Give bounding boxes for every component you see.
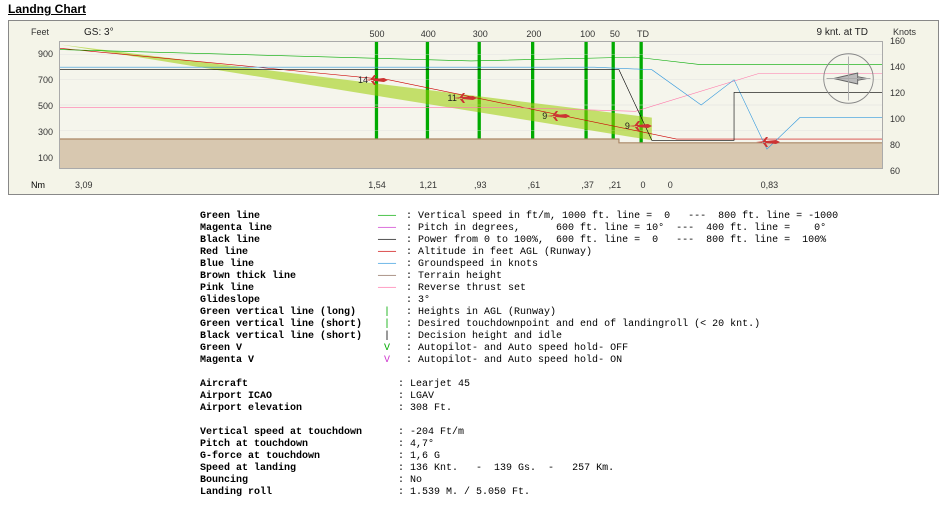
legend-row: Red line ———: Altitude in feet AGL (Runw… bbox=[200, 247, 947, 259]
aircraft-icon bbox=[754, 135, 784, 149]
legend-row: Black line ———: Power from 0 to 100%, 60… bbox=[200, 235, 947, 247]
aircraft-icon bbox=[451, 91, 481, 105]
legend-row: Green vertical line (short) |: Desired t… bbox=[200, 319, 947, 331]
legend-row: Black vertical line (short) |: Decision … bbox=[200, 331, 947, 343]
legend-info-row: Aircraft : Learjet 45 bbox=[200, 379, 947, 391]
legend-row: Magenta line ———: Pitch in degrees, 600 … bbox=[200, 223, 947, 235]
y-axis-left-title: Feet bbox=[31, 27, 49, 37]
legend-row: Green vertical line (long) |: Heights in… bbox=[200, 307, 947, 319]
compass-icon bbox=[821, 51, 876, 106]
legend-row: Blue line ———: Groundspeed in knots bbox=[200, 259, 947, 271]
legend-stat-row: G-force at touchdown : 1,6 G bbox=[200, 451, 947, 463]
legend-row: Green line ———: Vertical speed in ft/m, … bbox=[200, 211, 947, 223]
touchdown-speed-label: 9 knt. at TD bbox=[816, 27, 868, 38]
legend-info-row: Airport elevation : 308 Ft. bbox=[200, 403, 947, 415]
legend-row: Brown thick line ———: Terrain height bbox=[200, 271, 947, 283]
legend-info-row: Airport ICAO : LGAV bbox=[200, 391, 947, 403]
page-title: Landng Chart bbox=[0, 0, 94, 18]
legend-row: Green V V: Autopilot- and Auto speed hol… bbox=[200, 343, 947, 355]
aircraft-icon bbox=[544, 109, 574, 123]
legend-row: Pink line ———: Reverse thrust set bbox=[200, 283, 947, 295]
legend-stat-row: Vertical speed at touchdown : -204 Ft/m bbox=[200, 427, 947, 439]
legend-row: Glideslope : 3° bbox=[200, 295, 947, 307]
x-axis-unit: Nm bbox=[31, 180, 45, 190]
legend-stat-row: Bouncing : No bbox=[200, 475, 947, 487]
legend-stat-row: Pitch at touchdown : 4,7° bbox=[200, 439, 947, 451]
legend-stat-row: Landing roll : 1.539 M. / 5.050 Ft. bbox=[200, 487, 947, 499]
legend-row: Magenta V V: Autopilot- and Auto speed h… bbox=[200, 355, 947, 367]
landing-chart: Feet Knots GS: 3° 9 knt. at TD Nm 100300… bbox=[8, 20, 939, 195]
legend-block: Green line ———: Vertical speed in ft/m, … bbox=[200, 211, 947, 499]
legend-stat-row: Speed at landing : 136 Knt. - 139 Gs. - … bbox=[200, 463, 947, 475]
aircraft-icon bbox=[626, 119, 656, 133]
aircraft-icon bbox=[362, 73, 392, 87]
glideslope-label: GS: 3° bbox=[84, 27, 114, 38]
